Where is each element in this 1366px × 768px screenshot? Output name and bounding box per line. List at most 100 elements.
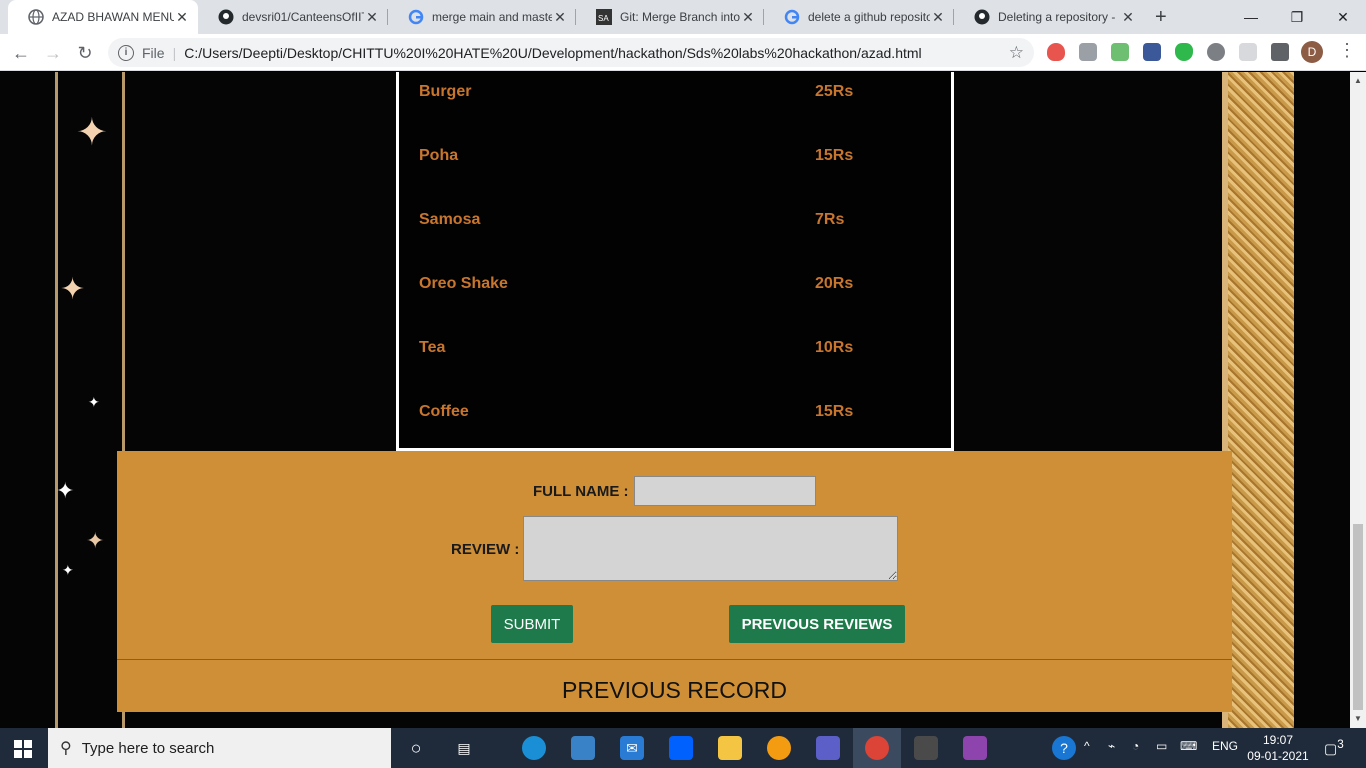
back-button[interactable]: ← bbox=[8, 40, 34, 66]
menu-item-price: 15Rs bbox=[815, 147, 854, 164]
google-icon bbox=[408, 9, 424, 25]
task-view-icon[interactable]: ▤ bbox=[452, 736, 476, 760]
previous-reviews-button[interactable]: PREVIOUS REVIEWS bbox=[729, 605, 905, 643]
tab-google-delete-repo[interactable]: delete a github reposito ✕ bbox=[764, 0, 954, 34]
globe-extension-icon[interactable] bbox=[1207, 43, 1225, 61]
scrollbar-thumb[interactable] bbox=[1353, 524, 1363, 710]
sparkle-icon: ✦ bbox=[86, 528, 105, 553]
cortana-icon[interactable]: ○ bbox=[404, 736, 428, 760]
search-icon: ⚲ bbox=[60, 740, 72, 757]
close-window-button[interactable]: ✕ bbox=[1320, 0, 1366, 34]
globe-icon bbox=[28, 9, 44, 25]
vpn-shield-extension-icon[interactable] bbox=[1175, 43, 1193, 61]
tab-title: delete a github reposito bbox=[808, 10, 930, 24]
app-icon[interactable] bbox=[767, 736, 791, 760]
chevron-up-icon[interactable]: ^ bbox=[1084, 739, 1090, 753]
mail-icon[interactable]: ✉ bbox=[620, 736, 644, 760]
close-tab-icon[interactable]: ✕ bbox=[552, 9, 568, 26]
security-extension-icon[interactable] bbox=[1239, 43, 1257, 61]
github-icon bbox=[974, 9, 990, 25]
tab-title: AZAD BHAWAN MENU bbox=[52, 10, 174, 24]
scheme-label: File bbox=[142, 44, 165, 61]
browser-tab-strip: AZAD BHAWAN MENU ✕ devsri01/CanteensOfII… bbox=[0, 0, 1366, 34]
menu-item-name: Coffee bbox=[419, 403, 469, 420]
notification-count: 3 bbox=[1337, 738, 1344, 751]
git-icon[interactable] bbox=[963, 736, 987, 760]
fullname-input[interactable] bbox=[634, 476, 816, 506]
svg-text:SA: SA bbox=[598, 14, 609, 23]
page-scrollbar[interactable]: ▲ ▼ bbox=[1350, 72, 1366, 728]
submit-button[interactable]: SUBMIT bbox=[491, 605, 573, 643]
menu-item-name: Tea bbox=[419, 339, 446, 356]
close-tab-icon[interactable]: ✕ bbox=[174, 9, 190, 26]
bookmark-star-icon[interactable]: ☆ bbox=[1009, 43, 1024, 63]
close-tab-icon[interactable]: ✕ bbox=[740, 9, 756, 26]
tab-github-canteens[interactable]: devsri01/CanteensOfIIT ✕ bbox=[198, 0, 388, 34]
notification-center-icon[interactable]: ▢3 bbox=[1324, 738, 1344, 758]
decorative-border-left: ✦ ✦ ✦ ✦ ✦ ✦ bbox=[55, 72, 125, 728]
minimize-button[interactable]: — bbox=[1228, 0, 1274, 34]
grammarly-extension-icon[interactable] bbox=[1111, 43, 1129, 61]
divider bbox=[117, 659, 1232, 660]
close-tab-icon[interactable]: ✕ bbox=[930, 9, 946, 26]
scroll-down-arrow-icon[interactable]: ▼ bbox=[1354, 714, 1362, 723]
tab-title: devsri01/CanteensOfIIT bbox=[242, 10, 364, 24]
address-bar[interactable]: i File | C:/Users/Deepti/Desktop/CHITTU%… bbox=[108, 38, 1034, 67]
close-tab-icon[interactable]: ✕ bbox=[1120, 9, 1136, 26]
search-placeholder: Type here to search bbox=[81, 739, 215, 757]
taskbar-clock[interactable]: 19:07 09-01-2021 bbox=[1246, 732, 1310, 764]
new-tab-button[interactable]: + bbox=[1155, 6, 1167, 29]
menu-item-price: 15Rs bbox=[815, 403, 854, 420]
chrome-icon[interactable] bbox=[865, 736, 889, 760]
menu-item-name: Samosa bbox=[419, 211, 481, 228]
language-indicator[interactable]: ENG bbox=[1212, 739, 1238, 753]
clock-date: 09-01-2021 bbox=[1247, 749, 1309, 763]
taskbar-search-box[interactable]: ⚲ Type here to search bbox=[48, 728, 391, 768]
sa-icon: SA bbox=[596, 9, 612, 25]
review-label: REVIEW : bbox=[451, 541, 520, 558]
site-info-icon[interactable]: i bbox=[118, 44, 134, 61]
profile-avatar[interactable]: D bbox=[1301, 41, 1323, 63]
meet-icon[interactable]: ⌁ bbox=[1108, 739, 1115, 753]
sparkle-icon: ✦ bbox=[56, 478, 75, 503]
reload-button[interactable]: ↻ bbox=[72, 40, 98, 66]
tab-google-merge[interactable]: merge main and maste ✕ bbox=[388, 0, 576, 34]
tab-title: Git: Merge Branch into bbox=[620, 10, 740, 24]
facebook-extension-icon[interactable] bbox=[1143, 43, 1161, 61]
file-explorer-icon[interactable] bbox=[718, 736, 742, 760]
forward-button[interactable]: → bbox=[40, 40, 66, 66]
chrome-menu-icon[interactable]: ⋮ bbox=[1338, 40, 1356, 61]
menu-item-price: 10Rs bbox=[815, 339, 854, 356]
scroll-up-arrow-icon[interactable]: ▲ bbox=[1354, 76, 1362, 85]
url-text[interactable]: C:/Users/Deepti/Desktop/CHITTU%20I%20HAT… bbox=[184, 45, 921, 61]
shield-extension-icon[interactable] bbox=[1047, 43, 1065, 61]
github-icon bbox=[218, 9, 234, 25]
maximize-button[interactable]: ❐ bbox=[1274, 0, 1320, 34]
previous-record-heading: PREVIOUS RECORD bbox=[562, 677, 787, 703]
tab-title: merge main and maste bbox=[432, 10, 552, 24]
keyboard-icon[interactable]: ⌨ bbox=[1180, 739, 1197, 753]
store-icon[interactable] bbox=[571, 736, 595, 760]
wifi-icon[interactable]: ◔ bbox=[1132, 739, 1139, 753]
menu-item-price: 25Rs bbox=[815, 83, 854, 100]
puzzle-extensions-icon[interactable] bbox=[1271, 43, 1289, 61]
edge-icon[interactable] bbox=[522, 736, 546, 760]
help-icon[interactable]: ? bbox=[1052, 736, 1076, 760]
windows-start-icon[interactable] bbox=[14, 740, 32, 758]
tab-title: Deleting a repository - bbox=[998, 10, 1116, 24]
web-page: ✦ ✦ ✦ ✦ ✦ ✦ Burger 25Rs Poha 15Rs Samosa… bbox=[0, 72, 1350, 728]
sublime-text-icon[interactable] bbox=[914, 736, 938, 760]
dropbox-icon[interactable] bbox=[669, 736, 693, 760]
tab-azad-bhawan-menu[interactable]: AZAD BHAWAN MENU ✕ bbox=[8, 0, 198, 34]
menu-item-name: Burger bbox=[419, 83, 472, 100]
review-textarea[interactable] bbox=[523, 516, 898, 581]
menu-item-name: Oreo Shake bbox=[419, 275, 508, 292]
bag-extension-icon[interactable] bbox=[1079, 43, 1097, 61]
battery-icon[interactable]: ▭ bbox=[1156, 739, 1167, 753]
tab-github-deleting-repo[interactable]: Deleting a repository - ✕ bbox=[954, 0, 1144, 34]
sparkle-icon: ✦ bbox=[76, 112, 108, 154]
teams-icon[interactable] bbox=[816, 736, 840, 760]
close-tab-icon[interactable]: ✕ bbox=[364, 9, 380, 26]
tab-git-merge-branch[interactable]: SA Git: Merge Branch into ✕ bbox=[576, 0, 764, 34]
clock-time: 19:07 bbox=[1262, 733, 1294, 747]
